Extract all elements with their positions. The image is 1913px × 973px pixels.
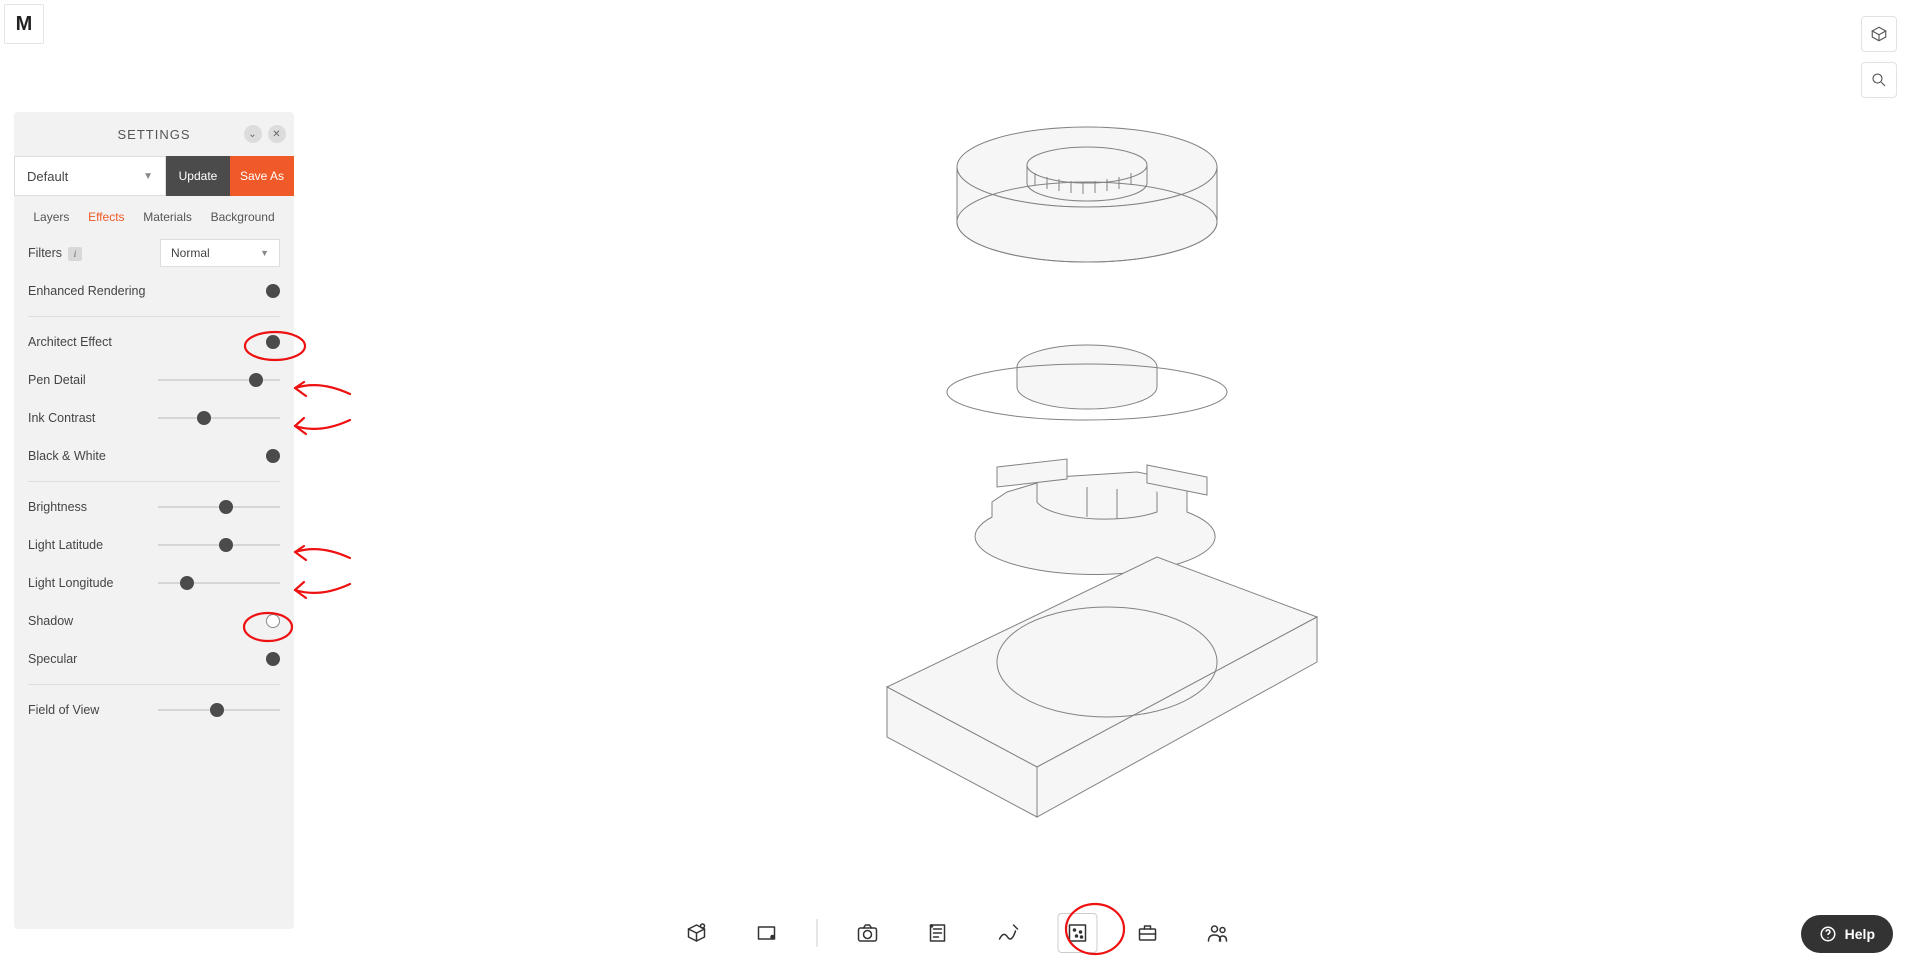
render-settings-button[interactable]	[1057, 913, 1097, 953]
specular-label: Specular	[28, 652, 266, 666]
sparkle-panel-icon	[1065, 921, 1089, 945]
draw-icon	[995, 921, 1019, 945]
shadow-toggle[interactable]	[266, 614, 280, 628]
tab-effects[interactable]: Effects	[88, 210, 124, 224]
people-icon	[1205, 921, 1229, 945]
tab-layers[interactable]: Layers	[33, 210, 69, 224]
bw-toggle[interactable]	[266, 449, 280, 463]
inkcontrast-label: Ink Contrast	[28, 411, 158, 425]
pendetail-label: Pen Detail	[28, 373, 158, 387]
slider-thumb[interactable]	[249, 373, 263, 387]
panel-header: SETTINGS ⌄ ✕	[14, 112, 294, 156]
divider	[28, 316, 280, 317]
filter-value: Normal	[171, 246, 210, 260]
right-tools	[1861, 16, 1897, 98]
lat-slider[interactable]	[158, 538, 280, 552]
tab-materials[interactable]: Materials	[143, 210, 192, 224]
brightness-row: Brightness	[28, 488, 280, 526]
inkcontrast-row: Ink Contrast	[28, 399, 280, 437]
lon-row: Light Longitude	[28, 564, 280, 602]
shadow-row: Shadow	[28, 602, 280, 640]
panel-title: SETTINGS	[117, 127, 190, 142]
slider-thumb[interactable]	[180, 576, 194, 590]
toolbar-separator	[816, 919, 817, 947]
share-button[interactable]	[1197, 913, 1237, 953]
update-button[interactable]: Update	[166, 156, 230, 196]
viewcube-icon	[1870, 25, 1888, 43]
fov-row: Field of View	[28, 691, 280, 729]
chevron-down-icon: ▼	[143, 171, 153, 182]
slider-thumb[interactable]	[197, 411, 211, 425]
search-button[interactable]	[1861, 62, 1897, 98]
chevron-down-icon: ▼	[260, 248, 269, 258]
fov-label: Field of View	[28, 703, 158, 717]
filter-select[interactable]: Normal ▼	[160, 239, 280, 267]
filters-row: Filtersi Normal ▼	[28, 234, 280, 272]
pendetail-slider[interactable]	[158, 373, 280, 387]
enhanced-label: Enhanced Rendering	[28, 284, 266, 298]
settings-panel: SETTINGS ⌄ ✕ Default ▼ Update Save As La…	[14, 112, 294, 929]
viewcube-button[interactable]	[1861, 16, 1897, 52]
frame-button[interactable]	[746, 913, 786, 953]
toolbox-button[interactable]	[1127, 913, 1167, 953]
divider	[28, 481, 280, 482]
close-button[interactable]: ✕	[268, 125, 286, 143]
draw-button[interactable]	[987, 913, 1027, 953]
help-label: Help	[1845, 926, 1875, 942]
slider-thumb[interactable]	[210, 703, 224, 717]
enhanced-rendering-row: Enhanced Rendering	[28, 272, 280, 310]
camera-button[interactable]	[847, 913, 887, 953]
frame-icon	[754, 921, 778, 945]
collapse-button[interactable]: ⌄	[244, 125, 262, 143]
inkcontrast-slider[interactable]	[158, 411, 280, 425]
enhanced-toggle[interactable]	[266, 284, 280, 298]
cube-eye-icon	[684, 921, 708, 945]
bw-row: Black & White	[28, 437, 280, 475]
preset-value: Default	[27, 169, 68, 184]
brightness-label: Brightness	[28, 500, 158, 514]
tabs: Layers Effects Materials Background	[14, 196, 294, 234]
saveas-button[interactable]: Save As	[230, 156, 294, 196]
fov-slider[interactable]	[158, 703, 280, 717]
lat-label: Light Latitude	[28, 538, 158, 552]
notes-icon	[925, 921, 949, 945]
model-rendering	[737, 87, 1437, 847]
shadow-label: Shadow	[28, 614, 266, 628]
notes-button[interactable]	[917, 913, 957, 953]
slider-thumb[interactable]	[219, 500, 233, 514]
brightness-slider[interactable]	[158, 500, 280, 514]
divider	[28, 684, 280, 685]
lon-slider[interactable]	[158, 576, 280, 590]
camera-icon	[855, 921, 879, 945]
bottom-toolbar	[676, 913, 1237, 953]
briefcase-icon	[1135, 921, 1159, 945]
info-icon[interactable]: i	[68, 247, 82, 261]
tab-background[interactable]: Background	[211, 210, 275, 224]
pendetail-row: Pen Detail	[28, 361, 280, 399]
preset-select[interactable]: Default ▼	[14, 156, 166, 196]
filters-label: Filtersi	[28, 246, 154, 261]
architect-label: Architect Effect	[28, 335, 266, 349]
bw-label: Black & White	[28, 449, 266, 463]
specular-row: Specular	[28, 640, 280, 678]
architect-toggle[interactable]	[266, 335, 280, 349]
app-logo[interactable]: M	[4, 4, 44, 44]
help-button[interactable]: Help	[1801, 915, 1893, 953]
viewport-3d[interactable]	[320, 40, 1853, 893]
preset-row: Default ▼ Update Save As	[14, 156, 294, 196]
architect-row: Architect Effect	[28, 323, 280, 361]
specular-toggle[interactable]	[266, 652, 280, 666]
help-icon	[1819, 925, 1837, 943]
lat-row: Light Latitude	[28, 526, 280, 564]
search-icon	[1870, 71, 1888, 89]
view3d-button[interactable]	[676, 913, 716, 953]
slider-thumb[interactable]	[219, 538, 233, 552]
lon-label: Light Longitude	[28, 576, 158, 590]
